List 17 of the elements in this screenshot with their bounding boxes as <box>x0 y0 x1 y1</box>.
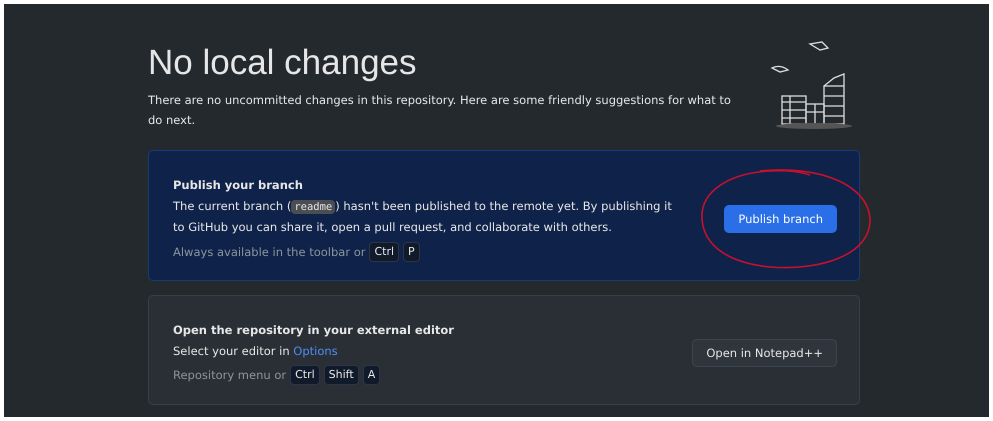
options-link[interactable]: Options <box>293 344 338 358</box>
hint-text: Repository menu or <box>173 367 286 384</box>
card-title: Publish your branch <box>173 177 304 194</box>
page-title: No local changes <box>148 42 418 84</box>
hint-text: Always available in the toolbar or <box>173 244 366 260</box>
card-text: Select your editor in <box>173 344 291 358</box>
card-text: The current branch ( readme ) hasn't been published to the remote yet. By publishing it to GitHub you can share it, open a pull request, and collaborate with others. <box>173 198 672 234</box>
keyboard-key: Ctrl <box>369 242 400 262</box>
card-button[interactable]: Publish branch <box>724 204 837 232</box>
keyboard-key: P <box>403 242 420 262</box>
card-button[interactable]: Open in Notepad++ <box>692 338 837 367</box>
keyboard-key: A <box>362 365 380 386</box>
branch-name: readme <box>291 200 336 214</box>
keyboard-key: Shift <box>324 365 359 386</box>
page-description: There are no uncommitted changes in this repository. Here are some friendly suggestions for what to do next. <box>148 92 732 129</box>
card-title: Open the repository in your external editor <box>173 322 455 339</box>
keyboard-key: Ctrl <box>290 365 320 386</box>
